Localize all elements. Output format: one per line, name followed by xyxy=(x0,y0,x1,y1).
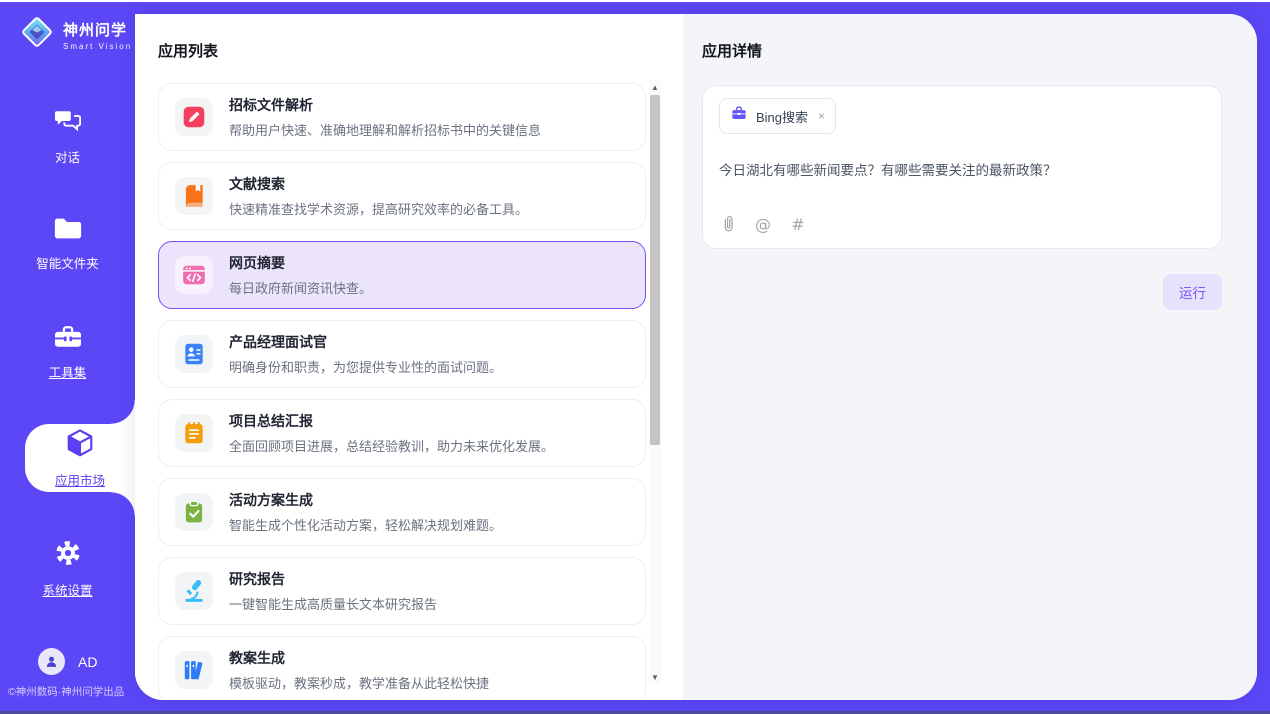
user-name: AD xyxy=(78,654,97,670)
scrollbar-down-arrow-icon[interactable]: ▼ xyxy=(649,670,661,684)
app-card[interactable]: 网页摘要 每日政府新闻资讯快查。 xyxy=(158,241,646,309)
browser-code-icon xyxy=(175,256,213,294)
app-card-description: 帮助用户快速、准确地理解和解析招标书中的关键信息 xyxy=(229,120,541,139)
app-card-title: 教案生成 xyxy=(229,648,489,668)
app-card-description: 全面回顾项目进展，总结经验教训，助力未来优化发展。 xyxy=(229,436,554,455)
app-card-title: 项目总结汇报 xyxy=(229,411,554,431)
main-content: 应用列表 招标文件解析 帮助用户快速、准确地理解和解析招标书中的关键信息 文献搜… xyxy=(135,14,1257,700)
books-icon xyxy=(175,651,213,689)
hash-icon[interactable]: # xyxy=(789,214,807,234)
scrollbar-up-arrow-icon[interactable]: ▲ xyxy=(649,80,661,94)
user-profile[interactable]: AD xyxy=(38,648,97,675)
window-top-edge xyxy=(0,0,1270,2)
briefcase-icon xyxy=(730,105,748,127)
brand-logo: 神州问学 Smart Vision xyxy=(18,12,132,57)
app-list: 招标文件解析 帮助用户快速、准确地理解和解析招标书中的关键信息 文献搜索 快速精… xyxy=(158,83,646,700)
app-detail-title: 应用详情 xyxy=(702,40,1222,61)
sidebar-item-label: 工具集 xyxy=(49,362,87,381)
sidebar-item-system-settings[interactable]: 系统设置 xyxy=(0,538,135,599)
app-list-scrollbar[interactable]: ▲ ▼ xyxy=(649,80,661,684)
app-card-description: 快速精准查找学术资源，提高研究效率的必备工具。 xyxy=(229,199,528,218)
app-card[interactable]: 活动方案生成 智能生成个性化活动方案，轻松解决规划难题。 xyxy=(158,478,646,546)
sidebar-item-label: 智能文件夹 xyxy=(36,253,99,272)
app-card-description: 一键智能生成高质量长文本研究报告 xyxy=(229,594,437,613)
app-list-title: 应用列表 xyxy=(158,40,683,61)
brand-name: 神州问学 xyxy=(63,19,132,40)
app-card-title: 网页摘要 xyxy=(229,253,372,273)
brand-text: 神州问学 Smart Vision xyxy=(63,19,132,51)
tool-tag-label: Bing搜索 xyxy=(756,107,808,126)
app-card[interactable]: 文献搜索 快速精准查找学术资源，提高研究效率的必备工具。 xyxy=(158,162,646,230)
prompt-card: Bing搜索 × 今日湖北有哪些新闻要点？有哪些需要关注的最新政策？ @# xyxy=(702,85,1222,249)
sidebar-item-label: 应用市场 xyxy=(55,470,105,489)
run-row: 运行 xyxy=(702,274,1222,310)
brand-diamond-icon xyxy=(18,12,56,57)
paperclip-icon[interactable] xyxy=(719,214,737,234)
sidebar-item-label: 系统设置 xyxy=(42,580,92,599)
book-icon xyxy=(175,177,213,215)
app-card-description: 智能生成个性化活动方案，轻松解决规划难题。 xyxy=(229,515,502,534)
clipboard-check-icon xyxy=(175,493,213,531)
chat-icon xyxy=(53,108,83,140)
at-icon[interactable]: @ xyxy=(754,214,772,234)
sidebar-item-label: 对话 xyxy=(55,147,80,166)
app-card[interactable]: 产品经理面试官 明确身份和职责，为您提供专业性的面试问题。 xyxy=(158,320,646,388)
app-detail-panel: 应用详情 Bing搜索 × 今日湖北有哪些新闻要点？有哪些需要关注的最新政 xyxy=(683,14,1257,700)
app-card-description: 每日政府新闻资讯快查。 xyxy=(229,278,372,297)
app-card[interactable]: 招标文件解析 帮助用户快速、准确地理解和解析招标书中的关键信息 xyxy=(158,83,646,151)
tool-tag-close-icon[interactable]: × xyxy=(818,109,825,123)
folder-icon xyxy=(53,216,83,246)
microscope-icon xyxy=(175,572,213,610)
sidebar-item-toolset[interactable]: 工具集 xyxy=(0,324,135,381)
sidebar: 神州问学 Smart Vision 对话 智能文件夹 工具集 应用市场 系统设置… xyxy=(0,0,135,714)
sidebar-item-app-market[interactable]: 应用市场 xyxy=(25,424,135,492)
app-card[interactable]: 项目总结汇报 全面回顾项目进展，总结经验教训，助力未来优化发展。 xyxy=(158,399,646,467)
app-card-description: 明确身份和职责，为您提供专业性的面试问题。 xyxy=(229,357,502,376)
notepad-icon xyxy=(175,414,213,452)
toolbox-icon xyxy=(53,324,83,355)
cube-icon xyxy=(65,428,95,465)
sidebar-item-smart-folders[interactable]: 智能文件夹 xyxy=(0,216,135,272)
app-card-title: 文献搜索 xyxy=(229,174,528,194)
tool-tag-bing-search[interactable]: Bing搜索 × xyxy=(719,98,836,134)
gear-icon xyxy=(53,538,83,573)
copyright-footer: ©神州数码·神州问学出品 xyxy=(8,684,124,699)
app-card-title: 产品经理面试官 xyxy=(229,332,502,352)
app-card-description: 模板驱动，教案秒成，教学准备从此轻松快捷 xyxy=(229,673,489,692)
app-card[interactable]: 教案生成 模板驱动，教案秒成，教学准备从此轻松快捷 xyxy=(158,636,646,700)
doc-edit-icon xyxy=(175,98,213,136)
app-list-panel: 应用列表 招标文件解析 帮助用户快速、准确地理解和解析招标书中的关键信息 文献搜… xyxy=(135,14,683,700)
query-text[interactable]: 今日湖北有哪些新闻要点？有哪些需要关注的最新政策？ xyxy=(719,159,1205,179)
scrollbar-thumb[interactable] xyxy=(650,95,660,445)
app-card-title: 研究报告 xyxy=(229,569,437,589)
app-card-title: 活动方案生成 xyxy=(229,490,502,510)
prompt-toolbar: @# xyxy=(719,214,1205,234)
run-button[interactable]: 运行 xyxy=(1163,274,1222,310)
app-window: 神州问学 Smart Vision 对话 智能文件夹 工具集 应用市场 系统设置… xyxy=(0,0,1270,714)
app-card-title: 招标文件解析 xyxy=(229,95,541,115)
resume-icon xyxy=(175,335,213,373)
sidebar-item-chat[interactable]: 对话 xyxy=(0,108,135,166)
user-avatar-icon xyxy=(38,648,65,675)
brand-subtitle: Smart Vision xyxy=(63,42,132,51)
app-card[interactable]: 研究报告 一键智能生成高质量长文本研究报告 xyxy=(158,557,646,625)
